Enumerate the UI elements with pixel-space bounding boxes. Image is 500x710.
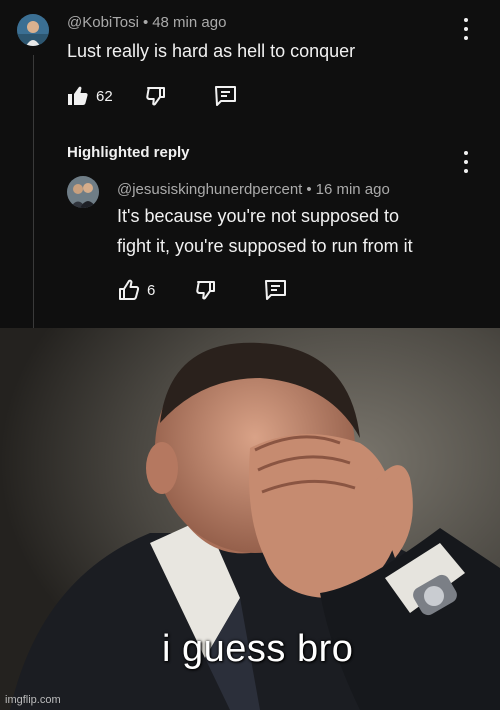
reply-bubble-icon [215,86,236,106]
comment-more-button[interactable] [461,18,471,40]
reply-like-button[interactable]: 6 [117,278,155,302]
thumbs-up-filled-icon [68,86,88,105]
avatar[interactable] [17,14,49,46]
reply-meta: @jesusiskinghunerdpercent • 16 min ago [117,181,390,198]
comment-like-button[interactable]: 62 [66,84,113,108]
reply-text-line2: fight it, you're supposed to run from it [117,236,413,256]
reply-dislike-button[interactable] [194,278,218,302]
reply-text-line1: It's because you're not supposed to [117,206,400,226]
meta-separator: • [142,14,149,31]
comment-author[interactable]: @KobiTosi [67,14,139,31]
meme-caption: i guess bro [162,628,354,670]
reply-avatar-image [67,176,99,208]
avatar-image [17,14,49,46]
reply-avatar[interactable] [67,176,99,208]
watermark: imgflip.com [5,694,61,706]
more-vertical-icon [464,18,468,22]
comment-text: Lust really is hard as hell to conquer [67,41,356,61]
comment-dislike-button[interactable] [144,84,168,108]
comment-meta: @KobiTosi • 48 min ago [67,14,226,31]
comments-section: @KobiTosi • 48 min ago Lust really is hard… [0,0,500,328]
reply-author[interactable]: @jesusiskinghunerdpercent [117,181,302,198]
comment-reply-button[interactable] [213,84,239,108]
reply-reply-button[interactable] [263,278,289,302]
reply-more-button[interactable] [461,151,471,173]
comment-like-count: 62 [96,87,113,105]
highlighted-reply-label: Highlighted reply [67,144,190,161]
meta-separator: • [306,181,312,198]
more-vertical-icon [464,151,468,155]
reply-like-count: 6 [147,281,156,299]
thumbs-down-icon [146,87,165,106]
reply-bubble-icon [265,280,286,300]
reply-time[interactable]: 16 min ago [316,181,390,198]
thumbs-up-outline-icon [119,279,140,300]
reply-thread-line [33,55,34,328]
reply-text: It's because you're not supposed to figh… [117,201,413,261]
thumbs-down-icon [196,281,215,300]
comment-time[interactable]: 48 min ago [152,14,226,31]
